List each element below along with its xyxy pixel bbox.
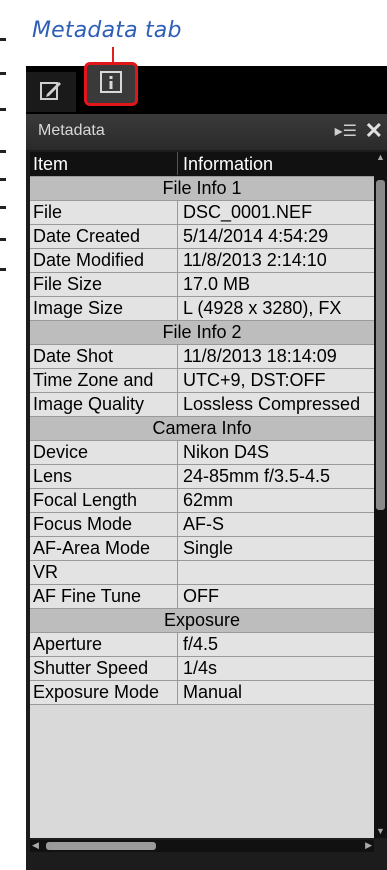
item-cell: Shutter Speed — [30, 657, 178, 680]
vertical-scroll-thumb[interactable] — [376, 180, 385, 510]
panel-header: Metadata ▸☰ ✕ — [26, 114, 387, 150]
item-cell: Time Zone and — [30, 369, 178, 392]
item-cell: Exposure Mode — [30, 681, 178, 704]
information-cell: f/4.5 — [183, 634, 219, 654]
information-cell: Nikon D4S — [183, 442, 270, 462]
tab-adjustments[interactable] — [26, 72, 76, 112]
item-cell: Aperture — [30, 633, 178, 656]
information-cell: 11/8/2013 18:14:09 — [183, 346, 337, 366]
table-row[interactable]: Aperture f/4.5 — [30, 633, 374, 657]
margin-mark — [0, 72, 6, 75]
table-row[interactable]: Image Size L (4928 x 3280), FX — [30, 297, 374, 321]
item-cell: Image Quality — [30, 393, 178, 416]
information-cell: 24-85mm f/3.5-4.5 — [183, 466, 331, 486]
callout-label: Metadata tab — [32, 18, 182, 43]
horizontal-scroll-thumb[interactable] — [46, 842, 156, 850]
panel-title: Metadata — [38, 122, 105, 139]
table-row[interactable]: Focal Length 62mm — [30, 489, 374, 513]
item-cell: Device — [30, 441, 178, 464]
table-row[interactable]: AF Fine Tune OFF — [30, 585, 374, 609]
table-row[interactable]: Time Zone and UTC+9, DST:OFF — [30, 369, 374, 393]
horizontal-scrollbar[interactable]: ◀ ▶ — [30, 840, 374, 852]
information-cell: 5/14/2014 4:54:29 — [183, 226, 329, 246]
information-cell: 1/4s — [183, 658, 218, 678]
margin-mark — [0, 150, 6, 153]
information-cell: AF-S — [183, 514, 225, 534]
tab-metadata[interactable] — [84, 62, 138, 106]
margin-mark — [0, 108, 6, 111]
scroll-down-arrow-icon[interactable]: ▼ — [375, 826, 386, 838]
table-row[interactable]: Shutter Speed 1/4s — [30, 657, 374, 681]
column-header-information[interactable]: Information — [179, 152, 374, 175]
table-row[interactable]: Date Created 5/14/2014 4:54:29 — [30, 225, 374, 249]
information-cell: Manual — [183, 682, 243, 702]
item-cell: File Size — [30, 273, 178, 296]
margin-mark — [0, 38, 6, 41]
section-header-row: File Info 1 — [30, 177, 374, 201]
table-row[interactable]: VR — [30, 561, 374, 585]
item-cell: Lens — [30, 465, 178, 488]
item-cell: Image Size — [30, 297, 178, 320]
item-cell: File — [30, 201, 178, 224]
table-row[interactable]: Device Nikon D4S — [30, 441, 374, 465]
table-row[interactable]: File Size 17.0 MB — [30, 273, 374, 297]
item-cell: Date Shot — [30, 345, 178, 368]
item-cell: AF Fine Tune — [30, 585, 178, 608]
information-cell: 11/8/2013 2:14:10 — [183, 250, 327, 270]
metadata-table: Item Information File Info 1 File DSC_0001… — [30, 152, 374, 838]
panel-menu-icon[interactable]: ▸☰ — [335, 121, 357, 141]
table-header-row: Item Information — [30, 152, 374, 177]
column-header-item[interactable]: Item — [30, 152, 178, 175]
margin-mark — [0, 206, 6, 209]
information-cell: Single — [183, 538, 234, 558]
table-row[interactable]: AF-Area Mode Single — [30, 537, 374, 561]
scroll-right-arrow-icon[interactable]: ▶ — [365, 840, 372, 851]
information-cell: OFF — [183, 586, 219, 606]
information-cell — [179, 561, 374, 584]
pencil-icon — [38, 77, 64, 108]
margin-mark — [0, 238, 6, 241]
item-cell: VR — [30, 561, 178, 584]
scroll-up-arrow-icon[interactable]: ▲ — [375, 152, 386, 164]
table-row[interactable]: Focus Mode AF-S — [30, 513, 374, 537]
table-row[interactable]: Date Modified 11/8/2013 2:14:10 — [30, 249, 374, 273]
info-icon — [98, 69, 124, 100]
item-cell: Focal Length — [30, 489, 178, 512]
table-row[interactable]: Image Quality Lossless Compressed — [30, 393, 374, 417]
item-cell: Date Modified — [30, 249, 178, 272]
item-cell: Date Created — [30, 225, 178, 248]
item-cell: Focus Mode — [30, 513, 178, 536]
section-header-row: Exposure — [30, 609, 374, 633]
table-row[interactable]: File DSC_0001.NEF — [30, 201, 374, 225]
information-cell: DSC_0001.NEF — [183, 202, 313, 222]
section-header-row: Camera Info — [30, 417, 374, 441]
information-cell: 62mm — [183, 490, 234, 510]
scroll-left-arrow-icon[interactable]: ◀ — [32, 840, 39, 851]
close-icon[interactable]: ✕ — [365, 118, 383, 144]
information-cell: L (4928 x 3280), FX — [183, 298, 342, 318]
vertical-scrollbar[interactable]: ▲ ▼ — [374, 152, 387, 838]
metadata-panel: Metadata ▸☰ ✕ Item Information File Info… — [26, 62, 387, 870]
section-header-row: File Info 2 — [30, 321, 374, 345]
tab-bar — [26, 62, 387, 114]
item-cell: AF-Area Mode — [30, 537, 178, 560]
information-cell: 17.0 MB — [183, 274, 251, 294]
table-row[interactable]: Date Shot 11/8/2013 18:14:09 — [30, 345, 374, 369]
margin-mark — [0, 178, 6, 181]
table-row[interactable]: Lens 24-85mm f/3.5-4.5 — [30, 465, 374, 489]
information-cell: UTC+9, DST:OFF — [183, 370, 326, 390]
table-row[interactable]: Exposure Mode Manual — [30, 681, 374, 705]
margin-mark — [0, 268, 6, 271]
information-cell: Lossless Compressed — [183, 394, 361, 414]
